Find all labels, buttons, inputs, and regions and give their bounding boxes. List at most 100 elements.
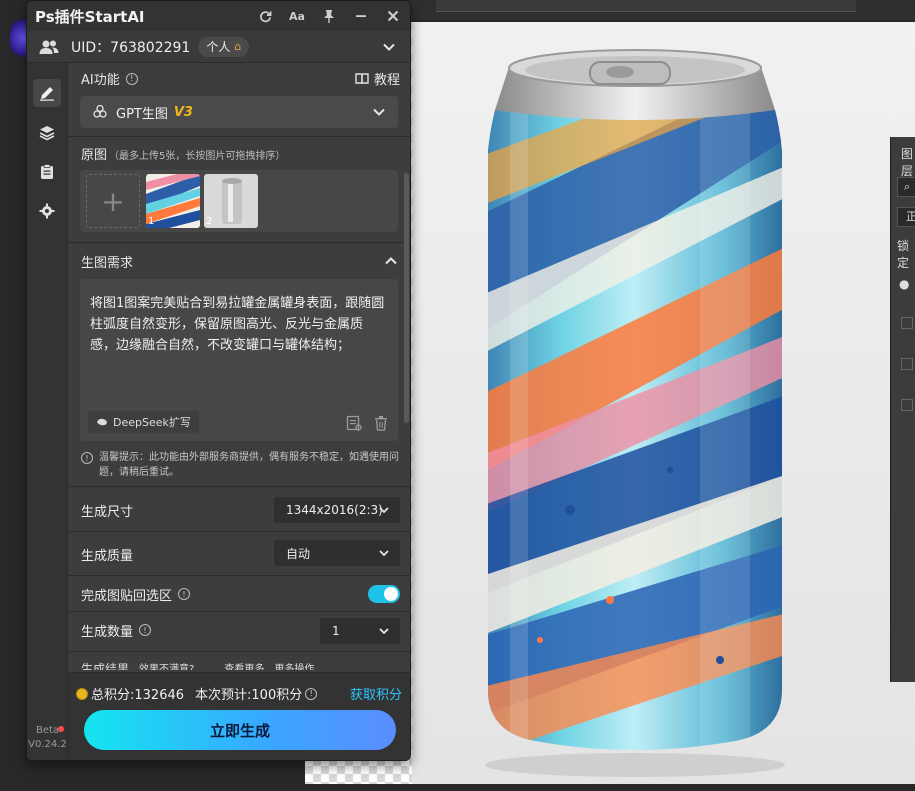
layer-checkbox[interactable] (901, 358, 913, 370)
thumbnail-number: 1 (148, 216, 155, 227)
edit-pen-icon[interactable] (33, 79, 61, 107)
deepseek-expand-button[interactable]: DeepSeek扩写 (88, 411, 199, 433)
chevron-up-icon[interactable] (384, 254, 398, 268)
refresh-icon[interactable] (254, 6, 276, 26)
count-value: 1 (332, 624, 340, 638)
layers-icon[interactable] (33, 119, 61, 147)
size-setting-row: 生成尺寸 1344x2016(2:3) (68, 493, 410, 527)
toggle-knob (384, 587, 398, 601)
info-icon[interactable]: ! (125, 72, 138, 85)
divider (68, 531, 410, 532)
thumbnail-can[interactable]: 2 (204, 174, 258, 228)
chevron-down-icon (379, 507, 389, 514)
divider (68, 651, 410, 652)
prompt-library-icon[interactable] (346, 415, 362, 431)
ai-feature-header: AI功能 ! (81, 69, 138, 88)
add-image-button[interactable]: + (86, 174, 140, 228)
deepseek-whale-icon (97, 418, 107, 426)
total-points: 总积分:132646 (91, 688, 185, 703)
estimate-points: 本次预计:100积分 (195, 688, 303, 703)
source-label: 原图 (81, 148, 108, 163)
lock-label: 锁定 (897, 239, 910, 270)
get-points-link[interactable]: 获取积分 (350, 684, 402, 703)
model-name: GPT生图 (116, 106, 168, 122)
layers-panel-peek: 图层 ⌕ 正 锁定 ● (890, 137, 915, 682)
quality-label: 生成质量 (81, 548, 134, 564)
side-toolbar: Beta V0.24.2 (27, 63, 68, 760)
ai-feature-label: AI功能 (81, 73, 120, 88)
scrollbar-thumb[interactable] (404, 173, 409, 423)
divider (68, 242, 410, 243)
info-icon[interactable]: ! (178, 588, 191, 600)
divider (68, 575, 410, 576)
request-header: 生图需求 (81, 256, 134, 271)
model-select[interactable]: GPT生图 V3 (80, 96, 398, 128)
source-hint: （最多上传5张，长按图片可拖拽排序） (109, 151, 286, 162)
font-size-icon[interactable]: Aa (286, 6, 308, 26)
info-icon: ! (81, 452, 93, 464)
paste-back-setting-row: 完成图贴回选区 ! (68, 579, 410, 609)
size-dropdown[interactable]: 1344x2016(2:3) (274, 497, 400, 523)
version-label: V0.24.2 (28, 739, 67, 750)
eye-icon[interactable]: ● (899, 277, 909, 291)
chevron-down-icon (379, 628, 389, 635)
generate-button[interactable]: 立即生成 (84, 710, 396, 750)
count-setting-row: 生成数量 ! 1 (68, 615, 410, 645)
close-icon[interactable] (382, 6, 404, 26)
layers-panel-title: 图层 (901, 147, 914, 178)
notice-text: 温馨提示：此功能由外部服务商提供，偶有服务不稳定，如遇使用问题，请稍后重试。 (99, 452, 399, 478)
quality-value: 自动 (286, 546, 311, 561)
divider (68, 136, 410, 137)
thumbnail-number: 2 (206, 216, 213, 227)
paste-back-header: 完成图贴回选区 ! (81, 585, 191, 604)
user-id: UID：763802291 (71, 39, 191, 56)
chevron-down-icon[interactable] (382, 39, 398, 55)
layer-checkbox[interactable] (901, 399, 913, 411)
deepseek-label: DeepSeek扩写 (113, 416, 191, 429)
document-tab-field[interactable] (436, 0, 856, 12)
plan-badge[interactable]: 个人 ⌂ (198, 36, 250, 57)
prompt-textarea[interactable]: 将图1图案完美贴合到易拉罐金属罐身表面，跟随圆柱弧度自然变形，保留原图高光、反光… (80, 279, 398, 441)
result-hint[interactable]: 效果不满意? (139, 660, 194, 670)
size-value: 1344x2016(2:3) (286, 503, 383, 517)
count-label: 生成数量 (81, 624, 134, 640)
info-icon[interactable]: ! (139, 624, 152, 636)
layer-search-icon[interactable]: ⌕ (897, 177, 915, 197)
chevron-down-icon (373, 108, 385, 116)
more-ops-link[interactable]: 更多操作 (274, 660, 314, 670)
count-dropdown[interactable]: 1 (320, 618, 400, 644)
startai-plugin-panel: Ps插件StartAI Aa UID：763802291 个人 ⌂ Beta V… (26, 0, 411, 761)
thumbnail-pattern[interactable]: 1 (146, 174, 200, 228)
plugin-titlebar[interactable]: Ps插件StartAI Aa (27, 1, 410, 31)
crown-icon: ⌂ (234, 39, 242, 53)
quality-setting-row: 生成质量 自动 (68, 537, 410, 571)
user-bar: UID：763802291 个人 ⌂ (27, 31, 410, 63)
blend-mode-select[interactable]: 正 (897, 207, 915, 227)
service-notice: ! 温馨提示：此功能由外部服务商提供，偶有服务不稳定，如遇使用问题，请稍后重试。 (81, 450, 401, 480)
model-version: V3 (173, 104, 193, 120)
info-icon[interactable]: ! (305, 687, 318, 700)
tutorial-label: 教程 (373, 73, 400, 88)
pin-icon[interactable] (318, 6, 340, 26)
source-thumbnails: + 1 2 (80, 170, 398, 232)
quality-dropdown[interactable]: 自动 (274, 540, 400, 566)
clipboard-icon[interactable] (33, 158, 61, 186)
trash-icon[interactable] (374, 415, 388, 431)
plan-label: 个人 (206, 39, 231, 54)
gear-icon[interactable] (33, 197, 61, 225)
book-icon (355, 72, 369, 84)
plugin-title: Ps插件StartAI (35, 7, 145, 26)
minimize-icon[interactable] (350, 6, 372, 26)
result-row-partial: 生成结果 效果不满意? 查看更多 更多操作 (81, 660, 314, 670)
layer-checkbox[interactable] (901, 317, 913, 329)
main-content: AI功能 ! 教程 GPT生图 V3 原图 （最多上传5张，长按图片可拖拽排序） … (68, 63, 410, 760)
view-more-link[interactable]: 查看更多 (224, 660, 264, 670)
chevron-down-icon (379, 550, 389, 557)
tutorial-link[interactable]: 教程 (355, 69, 400, 88)
prompt-text[interactable]: 将图1图案完美贴合到易拉罐金属罐身表面，跟随圆柱弧度自然变形，保留原图高光、反光… (90, 293, 388, 356)
paste-back-toggle[interactable] (368, 585, 400, 603)
result-label: 生成结果 (81, 662, 130, 670)
beta-indicator-dot (58, 726, 64, 732)
soda-can-image (485, 49, 785, 777)
users-icon (39, 38, 59, 56)
